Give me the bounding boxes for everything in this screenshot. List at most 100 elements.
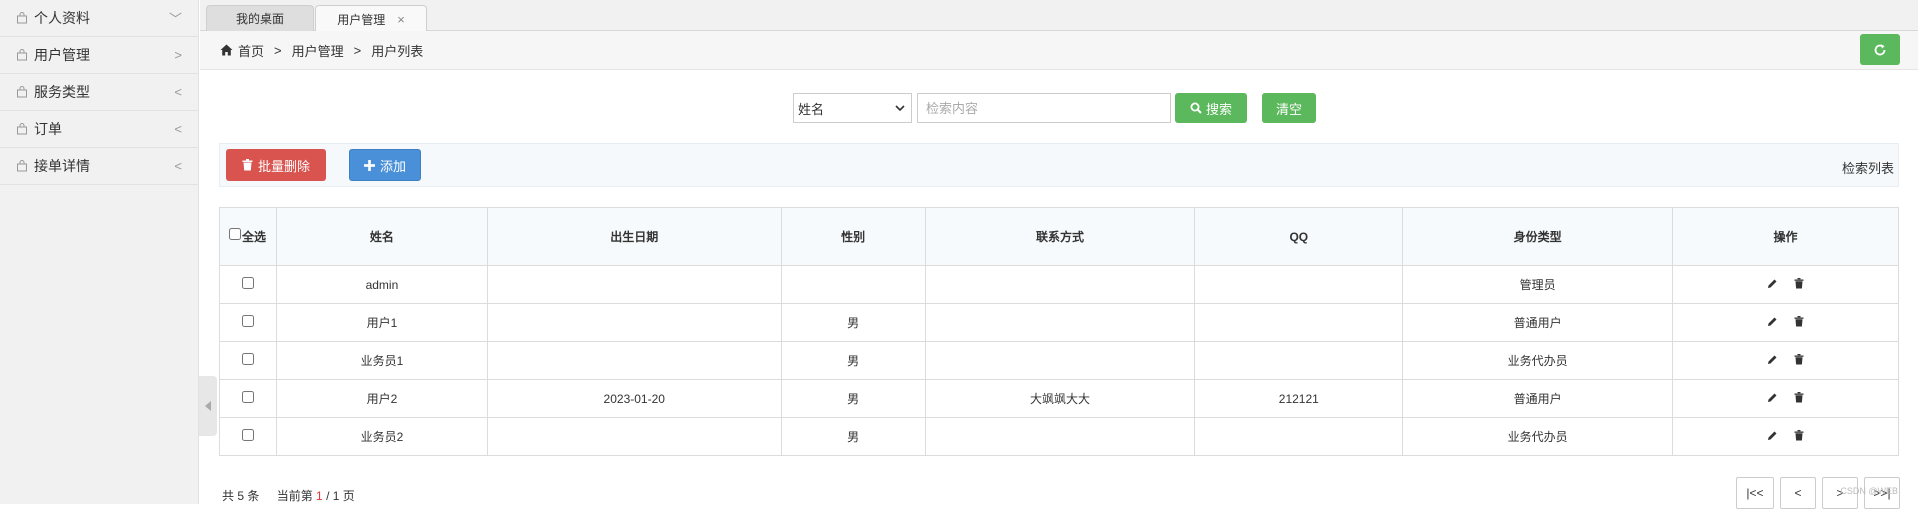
column-header[interactable]: 姓名 (275, 207, 488, 266)
bag-icon (17, 12, 27, 24)
bag-icon (17, 160, 27, 172)
trash-icon[interactable] (1794, 429, 1804, 441)
trash-icon[interactable] (1794, 391, 1804, 403)
sidebar-item-label: 接单详情 (34, 158, 90, 174)
trash-icon[interactable] (1794, 315, 1804, 327)
search-field-select[interactable]: 姓名 (793, 93, 912, 123)
batch-delete-button[interactable]: 批量删除 (226, 149, 326, 181)
batch-delete-label: 批量删除 (257, 158, 310, 174)
cell-birth (486, 341, 782, 380)
tab-label: 用户管理 (337, 12, 386, 27)
sidebar-item-profile[interactable]: 个人资料 ﹀ (0, 0, 198, 37)
row-checkbox[interactable] (241, 353, 254, 365)
search-button[interactable]: 搜索 (1175, 93, 1247, 123)
table-row: 用户2 2023-01-20 男 大飒飒大大 212121 普通用户 (219, 379, 1899, 418)
chevron-down-icon: ﹀ (168, 11, 182, 27)
trash-icon[interactable] (1794, 277, 1804, 289)
cell-contact: 大飒飒大大 (924, 379, 1196, 418)
table-row: 业务员1 男 业务代办员 (219, 341, 1899, 380)
edit-icon[interactable] (1767, 392, 1778, 403)
sidebar-item-orders[interactable]: 订单 < (0, 111, 198, 148)
sidebar-item-label: 用户管理 (34, 47, 90, 63)
list-toolbar: 批量删除 添加 检索列表 (219, 143, 1899, 187)
sidebar-item-label: 服务类型 (34, 84, 90, 100)
search-icon (1190, 102, 1202, 114)
add-button[interactable]: 添加 (349, 149, 421, 181)
breadcrumb-user-list: 用户列表 (371, 43, 424, 59)
bag-icon (17, 49, 27, 61)
row-checkbox[interactable] (241, 277, 254, 289)
current-page-prefix: 当前第 (276, 489, 313, 503)
refresh-icon (1874, 43, 1886, 55)
select-value: 姓名 (798, 101, 825, 117)
cell-contact (924, 417, 1196, 456)
cell-actions (1672, 417, 1899, 456)
cell-gender: 男 (780, 341, 926, 380)
sidebar-item-accept-details[interactable]: 接单详情 < (0, 148, 198, 185)
breadcrumb-user-management[interactable]: 用户管理 (292, 41, 344, 60)
row-select-cell (219, 265, 277, 304)
trash-icon (242, 159, 253, 171)
edit-icon[interactable] (1767, 430, 1778, 441)
add-button-label: 添加 (379, 158, 406, 174)
cell-name: 用户2 (275, 379, 488, 418)
column-header[interactable]: 联系方式 (924, 207, 1196, 266)
edit-icon[interactable] (1767, 278, 1778, 289)
refresh-button[interactable] (1860, 34, 1900, 65)
chevron-down-icon (895, 105, 905, 112)
row-checkbox[interactable] (241, 315, 254, 327)
cell-qq (1194, 303, 1404, 342)
cell-name: 业务员2 (275, 417, 488, 456)
column-header[interactable]: QQ (1194, 207, 1404, 266)
breadcrumb-home[interactable]: 首页 (238, 41, 264, 60)
breadcrumb: 首页 > 用户管理 > 用户列表 (200, 31, 1918, 70)
cell-gender: 男 (780, 417, 926, 456)
clear-button[interactable]: 清空 (1262, 93, 1316, 123)
sidebar-item-label: 个人资料 (34, 10, 90, 26)
cell-qq: 212121 (1194, 379, 1404, 418)
row-checkbox[interactable] (241, 429, 254, 441)
total-count: 共 5 条 (222, 489, 260, 503)
cell-type: 普通用户 (1402, 379, 1674, 418)
breadcrumb-separator: > (353, 42, 362, 58)
first-page-button[interactable]: |<< (1736, 477, 1774, 509)
close-icon[interactable]: × (397, 12, 405, 27)
tab-user-management[interactable]: 用户管理 × (315, 5, 427, 32)
row-select-cell (219, 341, 277, 380)
column-header[interactable]: 性别 (780, 207, 926, 266)
select-all-label: 全选 (241, 229, 266, 244)
tab-desktop[interactable]: 我的桌面 (206, 5, 314, 31)
cell-gender (780, 265, 926, 304)
cell-type: 业务代办员 (1402, 341, 1674, 380)
select-all-checkbox[interactable] (228, 227, 241, 240)
cell-contact (924, 341, 1196, 380)
table-row: 用户1 男 普通用户 (219, 303, 1899, 342)
tab-bar: 我的桌面 用户管理 × (200, 0, 1918, 32)
cell-gender: 男 (780, 379, 926, 418)
sidebar-item-service-type[interactable]: 服务类型 < (0, 74, 198, 111)
user-table: 全选 姓名 出生日期 性别 联系方式 QQ 身份类型 操作 admin 管理员 (219, 207, 1899, 456)
table-header-row: 全选 姓名 出生日期 性别 联系方式 QQ 身份类型 操作 (219, 207, 1899, 266)
column-header[interactable]: 身份类型 (1402, 207, 1674, 266)
trash-icon[interactable] (1794, 353, 1804, 365)
cell-name: admin (275, 265, 488, 304)
search-button-label: 搜索 (1205, 101, 1232, 117)
edit-icon[interactable] (1767, 316, 1778, 327)
search-bar: 姓名 搜索 清空 (793, 93, 1316, 123)
prev-page-button[interactable]: < (1780, 477, 1816, 509)
cell-type: 业务代办员 (1402, 417, 1674, 456)
cell-qq (1194, 417, 1404, 456)
sidebar-item-user-management[interactable]: 用户管理 > (0, 37, 198, 74)
edit-icon[interactable] (1767, 354, 1778, 365)
bag-icon (17, 123, 27, 135)
sidebar-item-label: 订单 (34, 121, 62, 137)
cell-actions (1672, 303, 1899, 342)
cell-type: 普通用户 (1402, 303, 1674, 342)
total-pages: / 1 页 (326, 489, 355, 503)
cell-contact (924, 265, 1196, 304)
column-header[interactable]: 出生日期 (486, 207, 782, 266)
row-checkbox[interactable] (241, 391, 254, 403)
search-input[interactable] (917, 93, 1171, 123)
cell-actions (1672, 379, 1899, 418)
sidebar-collapse-toggle[interactable] (199, 376, 217, 436)
